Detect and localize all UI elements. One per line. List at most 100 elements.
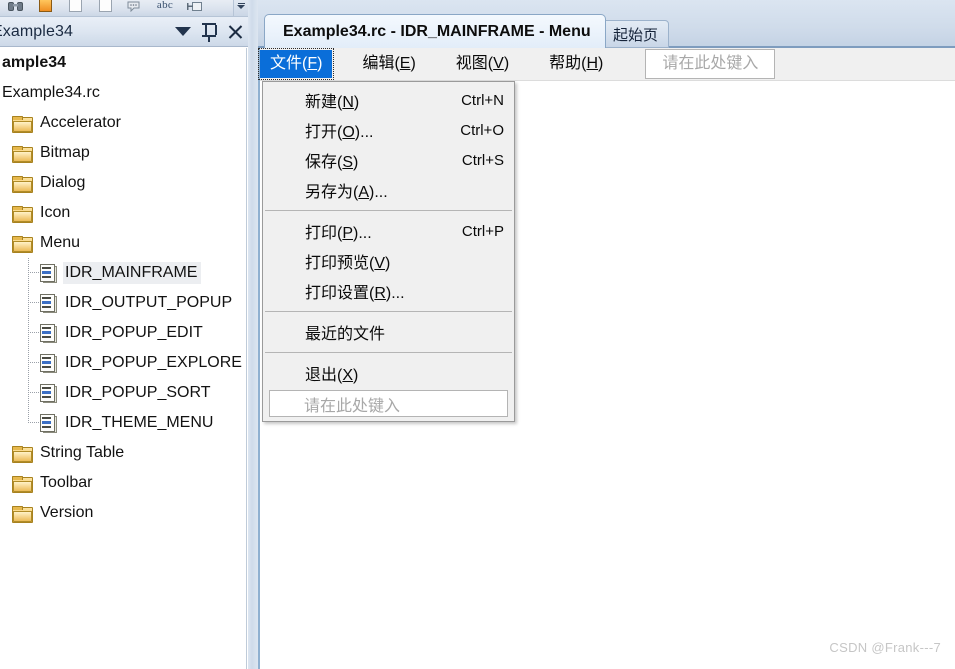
- tree-item-label: IDR_MAINFRAME: [63, 262, 202, 284]
- folder-icon: [12, 145, 33, 163]
- watermark: CSDN @Frank---7: [829, 640, 941, 655]
- rename-icon[interactable]: [180, 0, 210, 16]
- menubar-item-2[interactable]: 编辑(E): [352, 50, 425, 78]
- menu-resource-icon: [38, 294, 57, 313]
- tree-item-menu[interactable]: Menu: [0, 228, 246, 258]
- tree-item-toolbar[interactable]: Toolbar: [0, 468, 246, 498]
- menu-item-3[interactable]: 保存(S) Ctrl+S: [263, 145, 514, 175]
- tree-item-idr-popup-edit[interactable]: IDR_POPUP_EDIT: [0, 318, 246, 348]
- tree-item-label: Toolbar: [40, 474, 93, 491]
- tree-item-example34-rc[interactable]: Example34.rc: [0, 78, 246, 108]
- visual-studio-window: abc Example34 ample34 Example34.rc Accel…: [0, 0, 955, 669]
- menu-item-label: 打印设置(R)...: [305, 285, 405, 302]
- folder-icon: [12, 475, 33, 493]
- tree-item-icon[interactable]: Icon: [0, 198, 246, 228]
- menu-editor-canvas: 文件(F) 编辑(E) 视图(V) 帮助(H) 请在此处键入 新建(N) Ctrl+N 打开…: [257, 48, 955, 669]
- empty-square-2-glyph: [98, 0, 112, 12]
- folder-icon: [12, 205, 33, 223]
- tree-item-label: Bitmap: [40, 144, 90, 161]
- menu-resource-icon: [38, 384, 57, 403]
- empty-square-2-icon[interactable]: [90, 0, 120, 16]
- document-tabstrip: Example34.rc - IDR_MAINFRAME - Menu 起始页: [258, 0, 955, 48]
- overflow-chevron-glyph: [236, 2, 245, 9]
- document-area: Example34.rc - IDR_MAINFRAME - Menu 起始页 …: [257, 0, 955, 669]
- pin-icon[interactable]: [196, 19, 222, 45]
- tree-item-label: Icon: [40, 204, 71, 221]
- toolbar-button-group: abc: [0, 0, 210, 16]
- close-glyph: [226, 23, 244, 41]
- empty-square-icon[interactable]: [60, 0, 90, 16]
- tree-item-idr-popup-sort[interactable]: IDR_POPUP_SORT: [0, 378, 246, 408]
- binoculars-glyph: [7, 0, 23, 11]
- binoculars-icon[interactable]: [0, 0, 30, 16]
- comment-glyph: [127, 0, 143, 12]
- menu-item-label: 退出(X): [305, 367, 359, 384]
- resource-tree[interactable]: ample34 Example34.rc Accelerator Bitmap Dial…: [0, 48, 247, 669]
- tree-item-label: IDR_OUTPUT_POPUP: [65, 294, 233, 311]
- panel-title: Example34: [0, 22, 73, 40]
- menu-resource-icon: [38, 264, 57, 283]
- rename-glyph: [187, 0, 203, 11]
- abc-icon[interactable]: abc: [150, 0, 180, 16]
- tab-start-page[interactable]: 起始页: [602, 20, 670, 48]
- tree-item-version[interactable]: Version: [0, 498, 246, 528]
- menu-item-label: 另存为(A)...: [305, 184, 388, 201]
- tree-item-label: Example34.rc: [2, 84, 100, 101]
- empty-square-glyph: [68, 0, 82, 12]
- panel-splitter[interactable]: [248, 0, 258, 669]
- menubar-item-4[interactable]: 帮助(H): [539, 50, 613, 78]
- comment-icon[interactable]: [120, 0, 150, 16]
- menu-separator: [265, 352, 512, 353]
- menu-item-7[interactable]: 打印预览(V): [263, 246, 514, 276]
- tree-item-idr-mainframe[interactable]: IDR_MAINFRAME: [0, 258, 246, 288]
- toolbar-overflow-chevron-icon[interactable]: [233, 0, 248, 16]
- tree-item-accelerator[interactable]: Accelerator: [0, 108, 246, 138]
- tab-menu-editor-label: Example34.rc - IDR_MAINFRAME - Menu: [283, 22, 591, 40]
- tree-item-label: Menu: [40, 234, 81, 251]
- menubar-item-3[interactable]: 视图(V): [446, 50, 519, 78]
- menubar-new-item-placeholder[interactable]: 请在此处键入: [645, 49, 776, 79]
- tab-menu-editor[interactable]: Example34.rc - IDR_MAINFRAME - Menu: [264, 14, 606, 48]
- file-menu-dropdown: 新建(N) Ctrl+N 打开(O)... Ctrl+O 保存(S) Ctrl+S 另存为(…: [262, 81, 515, 422]
- menu-item-label: 新建(N): [305, 94, 360, 111]
- menu-item-12[interactable]: 退出(X): [263, 358, 514, 388]
- menubar-item-1[interactable]: 文件(F): [257, 48, 335, 80]
- menu-item-label: 打印预览(V): [305, 255, 391, 272]
- tree-item-idr-theme-menu[interactable]: IDR_THEME_MENU: [0, 408, 246, 438]
- folder-icon: [12, 175, 33, 193]
- tree-item-idr-output-popup[interactable]: IDR_OUTPUT_POPUP: [0, 288, 246, 318]
- menu-item-6[interactable]: 打印(P)... Ctrl+P: [263, 216, 514, 246]
- folder-icon: [12, 235, 33, 253]
- tree-item-label: IDR_POPUP_SORT: [65, 384, 211, 401]
- tree-item-bitmap[interactable]: Bitmap: [0, 138, 246, 168]
- dropdown-new-item-placeholder[interactable]: 请在此处键入: [269, 390, 508, 417]
- tree-item-label: Accelerator: [40, 114, 121, 131]
- tree-item-string-table[interactable]: String Table: [0, 438, 246, 468]
- tree-item-label: IDR_POPUP_EDIT: [65, 324, 203, 341]
- tree-item-example34[interactable]: ample34: [0, 48, 246, 78]
- tree-item-label: String Table: [40, 444, 125, 461]
- abc-label: abc: [156, 0, 174, 11]
- folder-icon: [12, 505, 33, 523]
- menu-editor-menubar: 文件(F) 编辑(E) 视图(V) 帮助(H) 请在此处键入: [257, 48, 955, 81]
- tree-item-idr-popup-explore[interactable]: IDR_POPUP_EXPLORE: [0, 348, 246, 378]
- tree-item-label: Version: [40, 504, 94, 521]
- tree-item-dialog[interactable]: Dialog: [0, 168, 246, 198]
- tree-item-label: IDR_POPUP_EXPLORE: [65, 354, 242, 371]
- menu-item-2[interactable]: 打开(O)... Ctrl+O: [263, 115, 514, 145]
- chevron-down-icon[interactable]: [170, 19, 196, 45]
- chevron-down-glyph: [175, 27, 191, 36]
- resource-view-panel: Example34 ample34 Example34.rc Accelerator…: [0, 17, 248, 669]
- menu-item-4[interactable]: 另存为(A)...: [263, 175, 514, 205]
- menu-resource-icon: [38, 354, 57, 373]
- menu-item-shortcut: Ctrl+S: [461, 151, 504, 169]
- close-icon[interactable]: [222, 19, 248, 45]
- menu-item-10[interactable]: 最近的文件: [263, 317, 514, 347]
- pin-glyph: [202, 22, 217, 42]
- menu-item-1[interactable]: 新建(N) Ctrl+N: [263, 85, 514, 115]
- menu-item-label: 保存(S): [305, 154, 359, 171]
- tree-item-label: ample34: [2, 54, 67, 71]
- orange-square-icon[interactable]: [30, 0, 60, 16]
- menu-resource-icon: [38, 324, 57, 343]
- menu-item-8[interactable]: 打印设置(R)...: [263, 276, 514, 306]
